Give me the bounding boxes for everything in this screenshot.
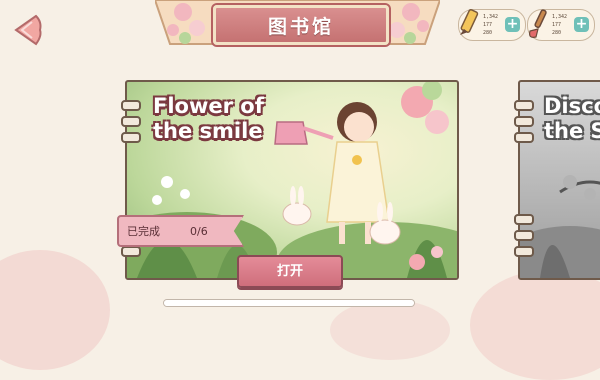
book-title: Flower of the smile — [153, 94, 264, 143]
binder-ring — [121, 246, 141, 257]
paintbrush-icon — [529, 9, 547, 38]
carousel-scroll-thumb[interactable] — [164, 300, 414, 306]
pencil-icon — [460, 9, 479, 35]
binder-ring — [514, 214, 534, 225]
page-title: 图书馆 — [267, 15, 334, 38]
binder-ring — [121, 100, 141, 111]
binder-ring — [514, 116, 534, 127]
binder-ring — [514, 100, 534, 111]
book-title: Disco the S — [544, 94, 600, 143]
carousel-scrollbar[interactable] — [163, 299, 415, 307]
binder-ring — [514, 246, 534, 257]
title-plate: 图书馆 — [213, 5, 389, 45]
book-card-flower-of-the-smile[interactable]: Flower of the smile — [125, 80, 459, 280]
binder-ring — [121, 116, 141, 127]
add-pencil-button[interactable]: + — [505, 17, 520, 32]
progress-label: 已完成 — [127, 225, 160, 238]
progress-tag: 已完成 0/6 — [117, 215, 244, 247]
resource-value: 177 — [552, 22, 562, 28]
resource-value: 177 — [483, 22, 493, 28]
resource-counter-brush: 1,342 177 280 + — [527, 9, 595, 41]
progress-value: 0/6 — [190, 224, 208, 238]
binder-ring — [514, 230, 534, 241]
add-brush-button[interactable]: + — [574, 17, 589, 32]
background-blob — [470, 270, 600, 380]
open-book-button[interactable]: 打开 — [237, 255, 343, 288]
background-blob — [330, 300, 450, 360]
binder-ring — [121, 132, 141, 143]
resource-value: 1,342 — [552, 14, 568, 20]
resource-value: 1,342 — [483, 14, 499, 20]
resource-counter-pencil: 1,342 177 280 + — [458, 9, 526, 41]
resource-value: 280 — [552, 30, 562, 36]
binder-ring — [514, 132, 534, 143]
resource-value: 280 — [483, 30, 493, 36]
back-arrow-icon — [14, 14, 42, 46]
back-button[interactable] — [10, 12, 46, 48]
background-blob — [0, 250, 110, 370]
